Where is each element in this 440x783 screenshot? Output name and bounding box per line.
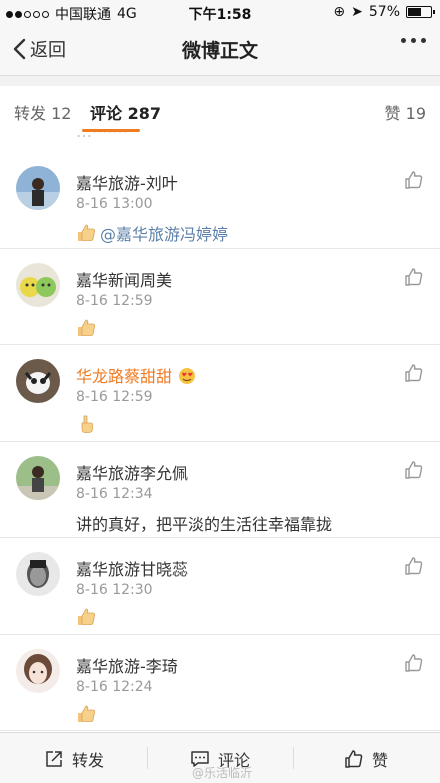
thumbs-up-icon[interactable] [404,556,424,576]
comment-list[interactable]: …······· 嘉华旅游-刘叶 8-16 13:00 @嘉华旅游冯婷婷 嘉华新… [0,132,440,732]
comment-text: @嘉华旅游冯婷婷 [76,221,228,245]
thumbs-up-emoji-icon [78,608,96,625]
repost-button[interactable]: 转发 [44,747,104,771]
tab-comments[interactable]: 评论 287 [90,100,161,124]
battery-percent: 57% [368,4,400,20]
comment-item[interactable]: 嘉华新闻周美 8-16 12:59 [0,249,440,345]
comment-author[interactable]: 华龙路蔡甜甜 [76,363,197,387]
thumbs-up-emoji-icon [78,705,96,722]
comment-author[interactable]: 嘉华旅游-李琦 [76,653,178,677]
avatar[interactable] [16,648,60,693]
nav-bar: 返回 微博正文 [0,24,440,76]
location-icon: ➤ [351,4,363,20]
share-icon [46,751,62,767]
comment-time: 8-16 13:00 [76,196,153,212]
avatar[interactable] [16,552,60,596]
comment-text [76,318,96,338]
thumbs-up-icon[interactable] [404,653,424,673]
tab-likes[interactable]: 赞 19 [385,100,426,124]
pointing-up-emoji-icon [81,415,93,433]
thumbs-up-icon[interactable] [404,460,424,480]
comment-time: 8-16 12:59 [76,292,153,309]
avatar[interactable] [16,455,60,500]
divider [293,747,294,769]
page-title: 微博正文 [181,40,258,62]
like-icon [345,750,363,768]
comment-time: 8-16 12:59 [76,389,153,405]
watermark: @乐活临沂 [191,766,252,780]
comment-item[interactable]: 华龙路蔡甜甜 8-16 12:59 [0,345,440,442]
comment-time: 8-16 12:34 [76,485,153,502]
comment-author[interactable]: 嘉华旅游甘晓蕊 [76,556,188,580]
divider [147,747,148,769]
avatar[interactable] [16,262,60,307]
comment-item[interactable]: 嘉华旅游-刘叶 8-16 13:00 @嘉华旅游冯婷婷 [0,152,440,249]
thumbs-up-emoji-icon [78,319,96,336]
comment-text [76,607,96,627]
status-bar: 中国联通 4G 下午1:58 ⊕ ➤ 57% [0,0,440,24]
avatar[interactable] [16,359,60,403]
battery-fill [408,8,421,16]
thumbs-up-emoji-icon [78,224,96,241]
bottom-toolbar: 转发 评论 赞 @乐活临沂 [0,732,440,783]
avatar[interactable] [16,166,60,210]
battery-icon [406,6,435,18]
thumbs-up-icon[interactable] [404,267,424,287]
status-right: ⊕ ➤ 57% [333,4,435,20]
like-button[interactable]: 赞 [344,747,388,771]
comment-author[interactable]: 嘉华新闻周美 [76,267,172,291]
tab-repost[interactable]: 转发 12 [14,100,71,124]
comment-time: 8-16 12:24 [76,678,153,695]
comment-item[interactable]: 嘉华旅游甘晓蕊 8-16 12:30 [0,538,440,635]
thumbs-up-icon[interactable] [404,170,424,190]
tab-bar: 转发 12 评论 287 赞 19 [0,86,440,132]
heart-eyes-emoji-icon [179,368,196,384]
mention-link[interactable]: @嘉华旅游冯婷婷 [100,221,228,245]
comment-author-name: 华龙路蔡甜甜 [76,367,173,386]
comment-text: 讲的真好，把平淡的生活往幸福靠拢 [76,514,333,534]
clipped-previous-comment: …······· [0,132,440,152]
comment-author[interactable]: 嘉华旅游-刘叶 [76,170,178,194]
repost-label: 转发 [72,751,105,770]
thumbs-up-icon[interactable] [404,363,424,383]
orientation-lock-icon: ⊕ [333,4,346,20]
comment-item[interactable]: 嘉华旅游李允佩 8-16 12:34 讲的真好，把平淡的生活往幸福靠拢 [0,442,440,538]
comment-author[interactable]: 嘉华旅游李允佩 [76,460,188,484]
comment-time: 8-16 12:30 [76,582,153,598]
comment-item[interactable]: 嘉华旅游-李琦 8-16 12:24 [0,635,440,731]
comment-text [76,414,96,434]
like-label: 赞 [372,751,389,770]
more-icon[interactable] [401,38,426,43]
comment-text [76,704,96,724]
